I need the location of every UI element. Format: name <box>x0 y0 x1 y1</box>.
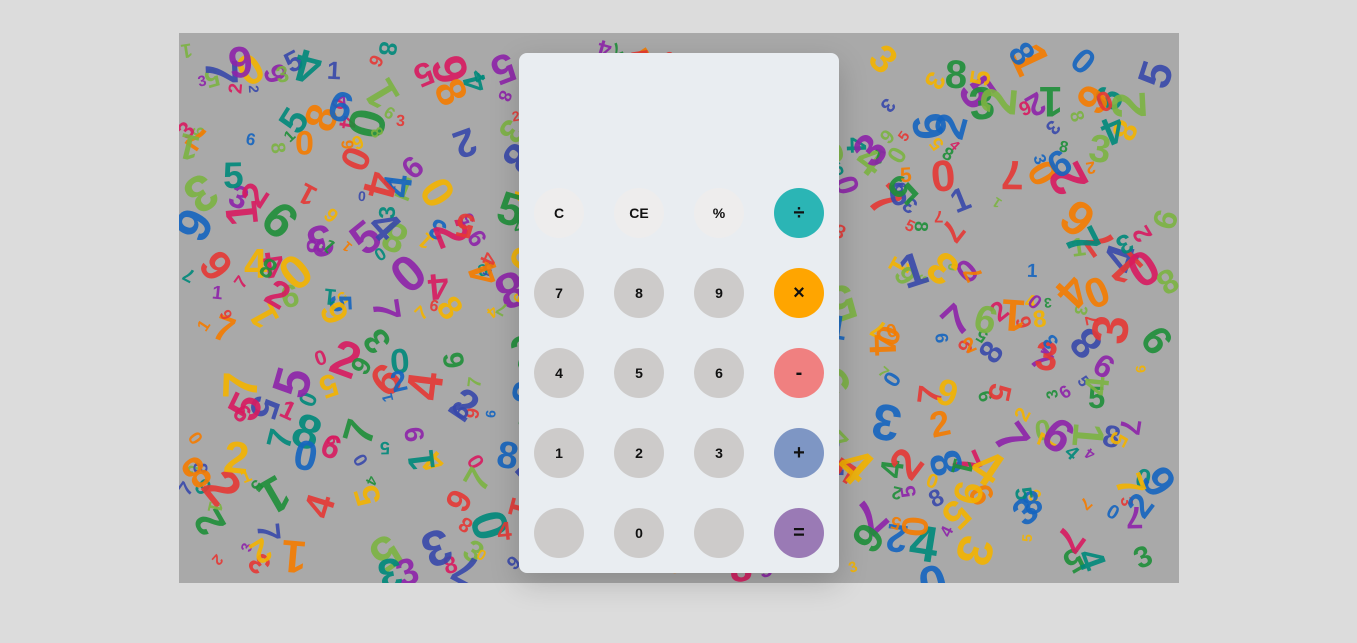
background-digit: 0 <box>349 449 374 470</box>
background-digit: 0 <box>378 242 438 305</box>
background-digit: 5 <box>899 163 913 188</box>
digit-9-button[interactable]: 9 <box>694 268 744 318</box>
background-digit: 7 <box>1075 493 1096 514</box>
background-digit: 2 <box>447 118 483 167</box>
background-digit: 0 <box>311 345 331 372</box>
background-digit: 9 <box>438 483 481 519</box>
background-digit: 3 <box>875 93 900 117</box>
background-digit: 5 <box>346 480 390 511</box>
background-digit: 1 <box>999 289 1028 342</box>
background-digit: 6 <box>244 129 258 150</box>
background-digit: 1 <box>326 56 342 86</box>
background-digit: 7 <box>363 296 408 324</box>
background-digit: 9 <box>482 409 500 419</box>
background-digit: 4 <box>295 488 345 524</box>
background-digit: 7 <box>455 461 500 498</box>
background-digit: 2 <box>245 84 263 94</box>
background-digit: 6 <box>338 139 358 150</box>
background-digit: 6 <box>398 424 430 444</box>
multiply-button[interactable]: × <box>774 268 824 318</box>
background-digit: 0 <box>295 123 314 161</box>
background-digit: 8 <box>301 238 332 254</box>
background-digit: 5 <box>222 154 244 197</box>
background-digit: 9 <box>435 349 470 371</box>
blank-right-button[interactable] <box>694 508 744 558</box>
digit-8-button[interactable]: 8 <box>614 268 664 318</box>
divide-button[interactable]: ÷ <box>774 188 824 238</box>
background-digit: 1 <box>353 70 410 119</box>
blank-left-button[interactable] <box>534 508 584 558</box>
background-digit: 3 <box>860 36 906 83</box>
digit-3-button[interactable]: 3 <box>694 428 744 478</box>
background-digit: 2 <box>221 430 252 485</box>
background-digit: 0 <box>184 427 208 448</box>
background-digit: 7 <box>934 207 944 226</box>
equals-button[interactable]: = <box>774 508 824 558</box>
add-button[interactable]: + <box>774 428 824 478</box>
keypad: C CE% ÷ 7 8 9 × 4 5 6- 1 2 3 +0 = <box>534 188 824 558</box>
background-digit: 1 <box>338 238 356 256</box>
digit-7-button[interactable]: 7 <box>534 268 584 318</box>
background-digit: 4 <box>1077 374 1118 398</box>
calculator: C CE% ÷ 7 8 9 × 4 5 6- 1 2 3 +0 = <box>519 53 839 573</box>
background-digit: 8 <box>944 52 969 98</box>
digit-2-button[interactable]: 2 <box>614 428 664 478</box>
background-digit: 1 <box>1026 260 1038 283</box>
background-digit: 3 <box>1043 388 1063 401</box>
background-digit: 6 <box>1131 317 1179 363</box>
background-digit: 1 <box>214 198 269 229</box>
background-digit: 8 <box>1064 108 1088 125</box>
background-digit: 1 <box>278 529 309 583</box>
background-digit: 0 <box>1063 39 1104 82</box>
digit-0-button[interactable]: 0 <box>614 508 664 558</box>
background-digit: 6 <box>225 36 255 87</box>
background-digit: 5 <box>1018 533 1036 543</box>
background-digit: 8 <box>372 39 403 58</box>
clear-entry-button[interactable]: CE <box>614 188 664 238</box>
background-digit: 3 <box>943 529 1006 573</box>
calculator-display <box>533 67 825 167</box>
background-digit: 3 <box>373 205 401 220</box>
clear-button[interactable]: C <box>534 188 584 238</box>
percent-button[interactable]: % <box>694 188 744 238</box>
background-digit: 2 <box>208 550 227 569</box>
background-digit: 7 <box>1000 151 1025 199</box>
subtract-button[interactable]: - <box>774 348 824 398</box>
background-digit: 5 <box>1127 54 1179 95</box>
background-digit: 4 <box>860 333 903 357</box>
background-digit: 9 <box>1132 364 1150 374</box>
background-digit: 3 <box>395 112 406 131</box>
background-digit: 9 <box>931 331 953 345</box>
digit-1-button[interactable]: 1 <box>534 428 584 478</box>
background-digit: 0 <box>912 552 954 583</box>
background-digit: 6 <box>931 369 964 416</box>
background-digit: 4 <box>1081 444 1099 463</box>
background-digit: 6 <box>315 425 347 468</box>
digit-4-button[interactable]: 4 <box>534 348 584 398</box>
background-digit: 1 <box>179 38 194 62</box>
background-digit: 3 <box>1128 539 1158 577</box>
background-digit: 0 <box>894 514 937 539</box>
background-digit: 5 <box>260 361 324 404</box>
background-digit: 8 <box>1057 138 1070 157</box>
background-digit: 2 <box>879 439 934 489</box>
background-digit: 1 <box>1039 77 1063 125</box>
background-digit: 7 <box>464 375 487 390</box>
background-digit: 4 <box>495 515 513 547</box>
background-digit: 9 <box>311 295 358 331</box>
background-digit: 9 <box>318 204 343 228</box>
background-digit: 1 <box>944 178 976 221</box>
background-digit: 1 <box>193 316 215 335</box>
digit-6-button[interactable]: 6 <box>694 348 744 398</box>
background-digit: 9 <box>969 294 1003 343</box>
digit-5-button[interactable]: 5 <box>614 348 664 398</box>
background-digit: 8 <box>265 141 290 155</box>
background-digit: 1 <box>210 282 224 305</box>
background-digit: 5 <box>379 437 391 459</box>
background-digit: 3 <box>846 558 860 577</box>
